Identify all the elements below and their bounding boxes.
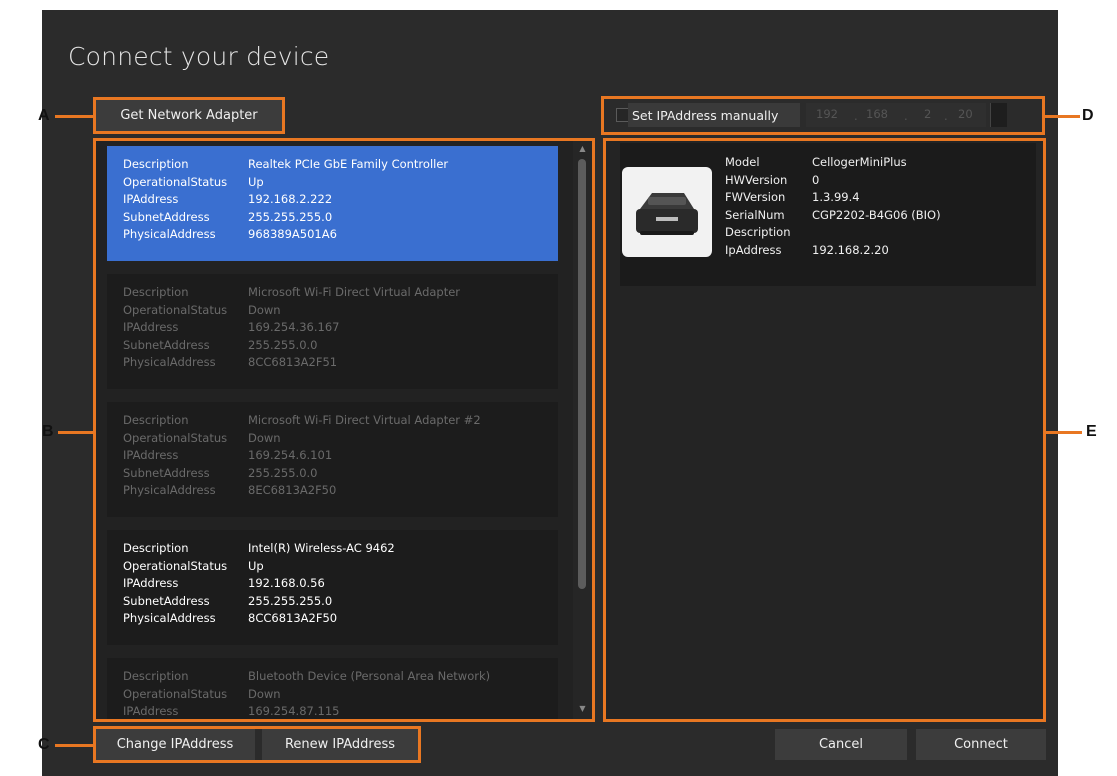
callout-line-d — [1045, 115, 1080, 118]
callout-label-d: D — [1082, 107, 1094, 124]
callout-line-c — [55, 744, 93, 747]
callout-box-a — [93, 97, 285, 134]
callout-label-b: B — [42, 423, 54, 440]
callout-box-c — [93, 726, 421, 763]
callout-box-d — [601, 96, 1045, 135]
callout-line-a — [55, 115, 93, 118]
cancel-button[interactable]: Cancel — [775, 729, 907, 760]
callout-label-e: E — [1086, 423, 1097, 440]
callout-label-c: C — [38, 736, 50, 753]
connect-button[interactable]: Connect — [916, 729, 1046, 760]
callout-line-b — [58, 431, 93, 434]
callout-line-e — [1046, 431, 1082, 434]
callout-box-b — [93, 138, 595, 722]
callout-box-e — [603, 138, 1046, 722]
callout-label-a: A — [38, 107, 50, 124]
dialog-title: Connect your device — [68, 42, 330, 71]
